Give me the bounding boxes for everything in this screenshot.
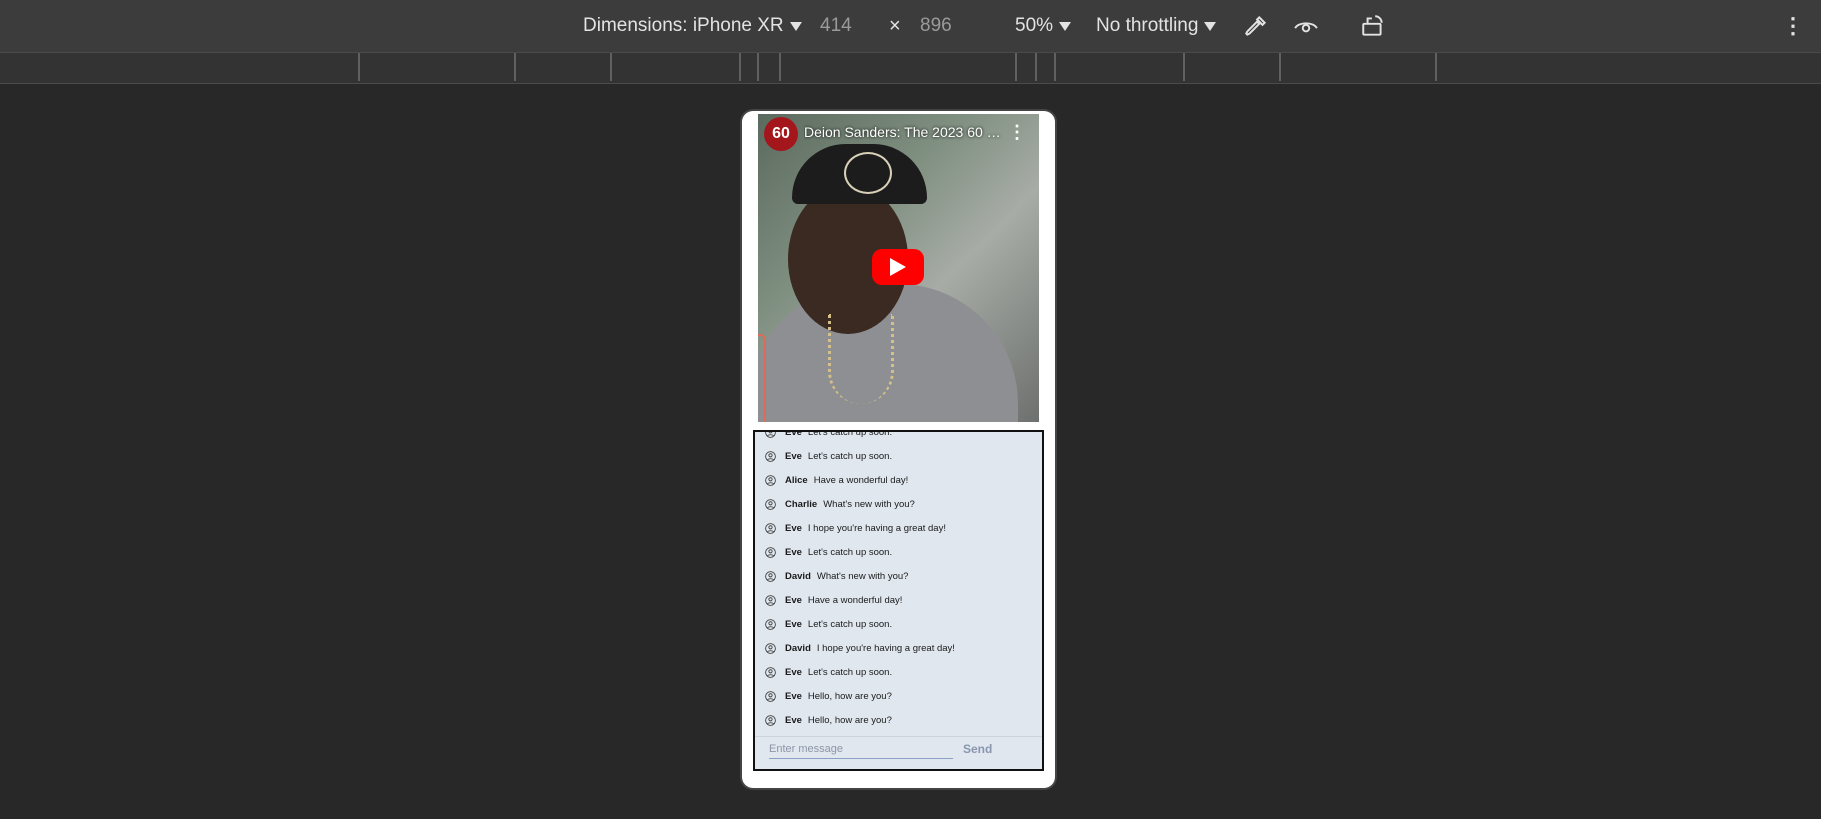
message-sender: Eve xyxy=(785,594,802,606)
height-input[interactable]: 896 xyxy=(920,0,952,52)
chat-message: Eve Hello, how are you? xyxy=(755,708,1042,732)
message-text: Let's catch up soon. xyxy=(807,546,893,558)
message-sender: Eve xyxy=(785,666,802,678)
user-avatar-icon xyxy=(765,498,776,510)
rotate-device-icon[interactable] xyxy=(1360,0,1386,52)
media-query-ruler xyxy=(0,52,1821,84)
chat-message: Charlie What's new with you? xyxy=(755,492,1042,516)
ruler-tick[interactable] xyxy=(1183,53,1185,81)
chat-message: Eve Hello, how are you? xyxy=(755,684,1042,708)
video-side-strip xyxy=(758,334,766,422)
user-avatar-icon xyxy=(765,618,776,630)
throttling-label: No throttling xyxy=(1096,15,1199,36)
message-text: Hello, how are you? xyxy=(807,714,892,726)
chat-panel: Eve Let's catch up soon. Eve Let's catch up… xyxy=(753,430,1044,771)
message-sender: Eve xyxy=(785,690,802,702)
ruler-tick[interactable] xyxy=(757,53,759,81)
chat-message: David What's new with you? xyxy=(755,564,1042,588)
chevron-down-icon xyxy=(1059,21,1072,31)
ruler-tick[interactable] xyxy=(1279,53,1281,81)
ruler-tick[interactable] xyxy=(1054,53,1056,81)
message-sender: Alice xyxy=(785,474,808,486)
message-sender: David xyxy=(785,570,811,582)
message-sender: Eve xyxy=(785,714,802,726)
chat-message: Eve Let's catch up soon. xyxy=(755,540,1042,564)
send-button[interactable]: Send xyxy=(959,739,996,759)
message-text: Hello, how are you? xyxy=(807,690,892,702)
message-text: Have a wonderful day! xyxy=(813,474,909,486)
chat-message: Eve Have a wonderful day! xyxy=(755,588,1042,612)
message-sender: Eve xyxy=(785,430,802,438)
ruler-tick[interactable] xyxy=(514,53,516,81)
user-avatar-icon xyxy=(765,594,776,606)
ruler-tick[interactable] xyxy=(610,53,612,81)
play-icon xyxy=(890,258,906,276)
ruler-tick[interactable] xyxy=(739,53,741,81)
user-avatar-icon xyxy=(765,546,776,558)
user-avatar-icon xyxy=(765,690,776,702)
chat-message: Eve I hope you're having a great day! xyxy=(755,516,1042,540)
message-text: Let's catch up soon. xyxy=(807,666,893,678)
youtube-embed[interactable]: 60 Deion Sanders: The 2023 60 Minutes In… xyxy=(758,114,1039,422)
chat-message: Eve Let's catch up soon. xyxy=(755,430,1042,444)
ruler-tick[interactable] xyxy=(1435,53,1437,81)
chat-message: Eve Let's catch up soon. xyxy=(755,612,1042,636)
user-avatar-icon xyxy=(765,522,776,534)
message-sender: Eve xyxy=(785,618,802,630)
width-input[interactable]: 414 xyxy=(820,0,852,52)
user-avatar-icon xyxy=(765,474,776,486)
message-text: Have a wonderful day! xyxy=(807,594,903,606)
video-title[interactable]: Deion Sanders: The 2023 60 Minutes Inter… xyxy=(804,124,1004,140)
message-text: Let's catch up soon. xyxy=(807,618,893,630)
chevron-down-icon xyxy=(1204,21,1217,31)
chat-message: David I hope you're having a great day! xyxy=(755,636,1042,660)
throttling-dropdown[interactable]: No throttling xyxy=(1096,0,1217,52)
device-dimensions-label: Dimensions: iPhone XR xyxy=(583,15,784,36)
message-text: I hope you're having a great day! xyxy=(816,642,955,654)
message-text: Let's catch up soon. xyxy=(807,450,893,462)
ruler-tick[interactable] xyxy=(779,53,781,81)
play-button[interactable] xyxy=(872,249,924,285)
video-thumbnail-chain xyxy=(828,314,894,404)
ruler-tick[interactable] xyxy=(358,53,360,81)
message-text: Let's catch up soon. xyxy=(807,430,893,438)
channel-avatar[interactable]: 60 xyxy=(764,117,798,151)
chevron-down-icon xyxy=(789,21,802,31)
message-sender: Eve xyxy=(785,450,802,462)
message-sender: Eve xyxy=(785,522,802,534)
chat-composer: Send xyxy=(755,736,1042,769)
user-avatar-icon xyxy=(765,666,776,678)
chat-message-list[interactable]: Eve Let's catch up soon. Eve Let's catch up… xyxy=(755,430,1042,756)
more-options-icon[interactable]: ⋮ xyxy=(1782,0,1804,52)
dimensions-times-symbol: × xyxy=(889,14,901,37)
user-avatar-icon xyxy=(765,642,776,654)
message-input[interactable] xyxy=(769,740,953,759)
message-text: What's new with you? xyxy=(823,498,915,510)
user-avatar-icon xyxy=(765,570,776,582)
message-text: I hope you're having a great day! xyxy=(807,522,946,534)
vision-deficiency-icon[interactable] xyxy=(1293,0,1319,52)
message-sender: Charlie xyxy=(785,498,818,510)
ruler-tick[interactable] xyxy=(1035,53,1037,81)
eyedropper-icon[interactable] xyxy=(1243,0,1269,52)
ruler-tick[interactable] xyxy=(1015,53,1017,81)
zoom-dropdown[interactable]: 50% xyxy=(1015,0,1072,52)
message-text: What's new with you? xyxy=(816,570,909,582)
video-menu-icon[interactable]: ⋮ xyxy=(1008,122,1026,143)
user-avatar-icon xyxy=(765,714,776,726)
user-avatar-icon xyxy=(765,432,776,438)
zoom-label: 50% xyxy=(1015,15,1054,36)
device-dimensions-dropdown[interactable]: Dimensions: iPhone XR xyxy=(583,0,802,52)
device-viewport: 60 Deion Sanders: The 2023 60 Minutes In… xyxy=(742,111,1055,788)
chat-message: Eve Let's catch up soon. xyxy=(755,444,1042,468)
message-sender: David xyxy=(785,642,811,654)
message-sender: Eve xyxy=(785,546,802,558)
chat-message: Eve Let's catch up soon. xyxy=(755,660,1042,684)
chat-message: Alice Have a wonderful day! xyxy=(755,468,1042,492)
device-toolbar: Dimensions: iPhone XR 414 × 896 50% No t… xyxy=(0,0,1821,52)
cap-logo-icon xyxy=(844,152,892,194)
user-avatar-icon xyxy=(765,450,776,462)
